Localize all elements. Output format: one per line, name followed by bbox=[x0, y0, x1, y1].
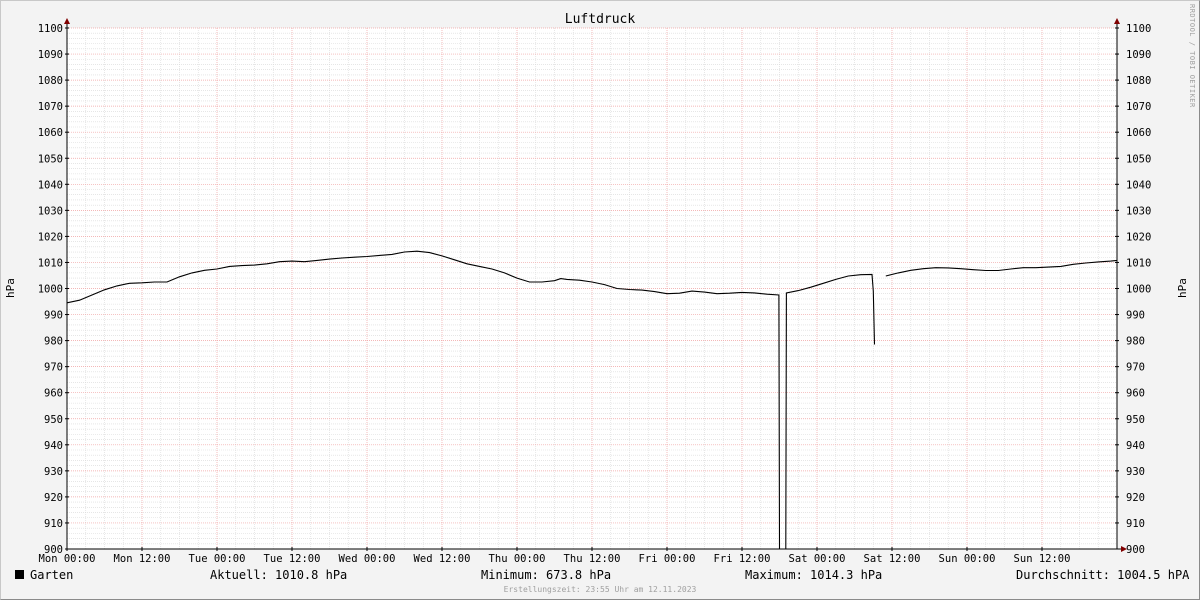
y-tick-label-right: 1060 bbox=[1126, 127, 1151, 139]
y-tick-label-left: 970 bbox=[44, 362, 63, 374]
y-axis-label-left: hPa bbox=[4, 278, 17, 298]
y-tick-label-right: 900 bbox=[1126, 544, 1145, 556]
x-tick-label: Tue 12:00 bbox=[264, 553, 321, 565]
y-tick-label-left: 980 bbox=[44, 336, 63, 348]
y-tick-label-right: 920 bbox=[1126, 492, 1145, 504]
stat-maximum: Maximum: 1014.3 hPa bbox=[745, 568, 883, 582]
y-tick-label-left: 960 bbox=[44, 388, 63, 400]
x-tick-label: Fri 00:00 bbox=[639, 553, 696, 565]
x-tick-label: Wed 12:00 bbox=[414, 553, 471, 565]
y-tick-label-left: 1040 bbox=[38, 179, 63, 191]
y-tick-label-left: 990 bbox=[44, 310, 63, 322]
y-tick-label-right: 1040 bbox=[1126, 179, 1151, 191]
y-tick-label-right: 980 bbox=[1126, 336, 1145, 348]
y-tick-labels-left: 9009109209309409509609709809901000101010… bbox=[38, 23, 63, 556]
creation-timestamp: Erstellungszeit: 23:55 Uhr am 12.11.2023 bbox=[503, 585, 697, 594]
y-tick-label-left: 930 bbox=[44, 466, 63, 478]
x-tick-label: Mon 12:00 bbox=[114, 553, 171, 565]
y-tick-label-left: 1020 bbox=[38, 231, 63, 243]
y-tick-label-right: 1030 bbox=[1126, 205, 1151, 217]
legend-label-garten: Garten bbox=[30, 568, 74, 582]
y-tick-label-right: 950 bbox=[1126, 414, 1145, 426]
x-tick-label: Sun 12:00 bbox=[1014, 553, 1071, 565]
y-tick-label-left: 1030 bbox=[38, 205, 63, 217]
x-tick-label: Mon 00:00 bbox=[39, 553, 96, 565]
y-tick-label-right: 1010 bbox=[1126, 257, 1151, 269]
y-tick-labels-right: 900 910 920 930 940 950 960 970 980 990 1000 1010 10… bbox=[1126, 23, 1151, 556]
y-axis-arrow-left bbox=[64, 18, 70, 24]
x-tick-label: Thu 12:00 bbox=[564, 553, 621, 565]
x-tick-label: Fri 12:00 bbox=[714, 553, 771, 565]
y-tick-label-right: 930 bbox=[1126, 466, 1145, 478]
y-tick-label-left: 920 bbox=[44, 492, 63, 504]
pressure-chart: 900 910 920 930 940 950 960 970 980 990 1000 1010 10… bbox=[4, 12, 1189, 565]
y-tick-label-right: 1080 bbox=[1126, 75, 1151, 87]
y-tick-label-right: 970 bbox=[1126, 362, 1145, 374]
y-tick-label-left: 1000 bbox=[38, 284, 63, 296]
y-tick-label-left: 1080 bbox=[38, 75, 63, 87]
y-tick-label-left: 1070 bbox=[38, 101, 63, 113]
y-tick-label-left: 910 bbox=[44, 518, 63, 530]
y-tick-label-right: 960 bbox=[1126, 388, 1145, 400]
y-tick-label-right: 1090 bbox=[1126, 49, 1151, 61]
y-tick-label-right: 1020 bbox=[1126, 231, 1151, 243]
y-tick-label-left: 1010 bbox=[38, 257, 63, 269]
y-tick-label-right: 1050 bbox=[1126, 153, 1151, 165]
legend-swatch-garten bbox=[15, 570, 24, 579]
x-tick-label: Thu 00:00 bbox=[489, 553, 546, 565]
y-axis-arrow-right bbox=[1114, 18, 1120, 24]
x-tick-label: Wed 00:00 bbox=[339, 553, 396, 565]
stat-average: Durchschnitt: 1004.5 hPA bbox=[1016, 568, 1190, 582]
y-tick-label-right: 1100 bbox=[1126, 23, 1151, 35]
x-tick-label: Sat 12:00 bbox=[864, 553, 921, 565]
y-tick-label-right: 910 bbox=[1126, 518, 1145, 530]
rrdtool-credit: RRDTOOL / TOBI OETIKER bbox=[1188, 4, 1196, 108]
stat-minimum: Minimum: 673.8 hPa bbox=[481, 568, 612, 582]
x-tick-label: Tue 00:00 bbox=[189, 553, 246, 565]
y-tick-label-left: 950 bbox=[44, 414, 63, 426]
y-tick-label-right: 1070 bbox=[1126, 101, 1151, 113]
y-tick-label-right: 1000 bbox=[1126, 284, 1151, 296]
x-tick-labels: Mon 00:00 Mon 12:00 Tue 00:00 Tue 12:00 Wed … bbox=[39, 553, 1071, 565]
y-tick-label-left: 1060 bbox=[38, 127, 63, 139]
y-tick-label-left: 1050 bbox=[38, 153, 63, 165]
y-tick-label-right: 940 bbox=[1126, 440, 1145, 452]
x-tick-label: Sat 00:00 bbox=[789, 553, 846, 565]
y-tick-label-left: 1090 bbox=[38, 49, 63, 61]
x-tick-label: Sun 00:00 bbox=[939, 553, 996, 565]
chart-title: Luftdruck bbox=[565, 12, 636, 27]
stat-current: Aktuell: 1010.8 hPa bbox=[210, 568, 348, 582]
y-axis-label-right: hPa bbox=[1176, 278, 1189, 298]
y-tick-label-left: 940 bbox=[44, 440, 63, 452]
y-tick-label-right: 990 bbox=[1126, 310, 1145, 322]
y-tick-label-left: 1100 bbox=[38, 23, 63, 35]
